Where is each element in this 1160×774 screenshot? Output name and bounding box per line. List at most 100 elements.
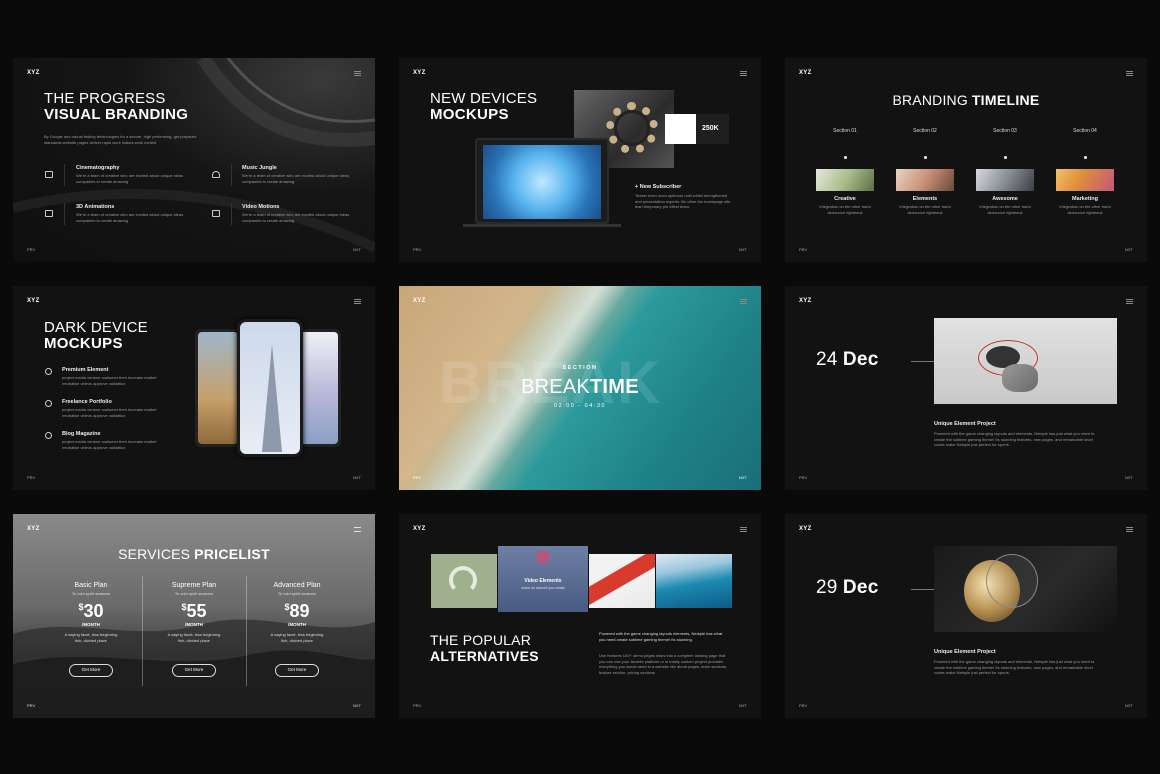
logo[interactable]: XYZ xyxy=(27,70,40,76)
next-link[interactable]: NXT xyxy=(353,703,361,708)
divider xyxy=(231,164,232,186)
prev-link[interactable]: PRV xyxy=(799,247,807,252)
stat-value: 250K xyxy=(702,125,719,132)
project-title: Unique Element Project xyxy=(934,649,996,655)
tower-shape xyxy=(262,344,282,452)
section-name: Awesome xyxy=(992,196,1018,202)
slide-visual-branding[interactable]: XYZ THE PROGRESS VISUAL BRANDING By Goog… xyxy=(13,58,375,262)
timeline-item[interactable]: Section 04 Marketing Integration on the … xyxy=(1045,128,1125,215)
slide-break-time[interactable]: XYZ BREAK SECTION BREAKTIME 02:00 - 04:3… xyxy=(399,286,761,490)
prev-link[interactable]: PRV xyxy=(413,475,421,480)
prev-link[interactable]: PRV xyxy=(27,703,35,708)
prev-link[interactable]: PRV xyxy=(413,703,421,708)
timeline-item[interactable]: Section 01 Creative Integration on the o… xyxy=(805,128,885,215)
logo[interactable]: XYZ xyxy=(413,298,426,304)
next-link[interactable]: NXT xyxy=(739,475,747,480)
menu-icon[interactable] xyxy=(354,299,361,304)
menu-icon[interactable] xyxy=(1126,71,1133,76)
next-link[interactable]: NXT xyxy=(353,475,361,480)
plan-period: /MONTH xyxy=(82,622,100,627)
video-icon xyxy=(212,210,220,217)
slide-title-bold: PRICELIST xyxy=(194,546,270,562)
slide-new-devices[interactable]: XYZ NEW DEVICES MOCKUPS 250K + New Subsc… xyxy=(399,58,761,262)
chart-icon xyxy=(665,114,696,144)
next-link[interactable]: NXT xyxy=(739,703,747,708)
section-text: Integration on the other hand denounce r… xyxy=(899,204,951,215)
feature-text: We're a team of creative who are excited… xyxy=(242,173,350,184)
plan-desc: A saying facet, less beginning fish, div… xyxy=(167,632,221,643)
video-elements-card[interactable]: Video Elements share an artwork you crea… xyxy=(498,546,588,612)
plan-sub: To void spirit seasons xyxy=(277,591,317,596)
menu-icon[interactable] xyxy=(354,71,361,76)
slide-title-light: BREAK xyxy=(521,376,590,398)
card-title: Video Elements xyxy=(524,578,562,584)
balloon-shape xyxy=(536,550,550,564)
divider xyxy=(246,576,247,686)
timeline-dot xyxy=(923,156,927,159)
slide-description: By Google and robust testing technologie… xyxy=(44,134,197,145)
prev-link[interactable]: PRV xyxy=(799,703,807,708)
prev-link[interactable]: PRV xyxy=(413,247,421,252)
divider xyxy=(142,576,143,686)
laptop-base xyxy=(463,224,621,227)
timeline-item[interactable]: Section 02 Elements Integration on the o… xyxy=(885,128,965,215)
date-day: 29 xyxy=(816,577,838,598)
stat-card: 250K xyxy=(665,114,729,144)
logo[interactable]: XYZ xyxy=(27,298,40,304)
next-link[interactable]: NXT xyxy=(353,247,361,252)
slide-popular-alternatives[interactable]: XYZ Video Elements share an artwork you … xyxy=(399,514,761,718)
slide-services-pricelist[interactable]: XYZ SERVICES PRICELIST Basic Plan To voi… xyxy=(13,514,375,718)
headphones-image xyxy=(431,554,497,608)
menu-icon[interactable] xyxy=(354,527,361,532)
slide-dark-device[interactable]: XYZ DARK DEVICE MOCKUPS Premium Element … xyxy=(13,286,375,490)
prev-link[interactable]: PRV xyxy=(799,475,807,480)
plan-card: Supreme Plan To void spirit seasons $55 … xyxy=(146,582,242,643)
decorative-swoosh xyxy=(13,58,375,253)
logo[interactable]: XYZ xyxy=(799,70,812,76)
prev-link[interactable]: PRV xyxy=(27,247,35,252)
section-name: Marketing xyxy=(1072,196,1098,202)
get-more-button[interactable]: Get More xyxy=(172,664,216,677)
laptop-mockup xyxy=(475,138,609,224)
layers-icon xyxy=(45,210,53,217)
section-text: Integration on the other hand denounce r… xyxy=(1059,204,1111,215)
subscriber-title: + New Subscriber xyxy=(635,184,682,190)
plan-card: Advanced Plan To void spirit seasons $89… xyxy=(249,582,345,643)
headphones-icon xyxy=(212,171,220,178)
slide-title-bold: TIMELINE xyxy=(971,92,1040,108)
prev-link[interactable]: PRV xyxy=(27,475,35,480)
slide-title-bold: VISUAL BRANDING xyxy=(44,106,189,123)
menu-icon[interactable] xyxy=(740,527,747,532)
next-link[interactable]: NXT xyxy=(1125,703,1133,708)
get-more-button[interactable]: Get More xyxy=(275,664,319,677)
plan-name: Supreme Plan xyxy=(171,582,217,589)
headphones-shape xyxy=(449,566,477,594)
logo[interactable]: XYZ xyxy=(27,526,40,532)
section-image xyxy=(976,169,1034,191)
logo[interactable]: XYZ xyxy=(413,70,426,76)
next-link[interactable]: NXT xyxy=(739,247,747,252)
slide-title-light: NEW DEVICES xyxy=(430,90,538,107)
logo[interactable]: XYZ xyxy=(413,526,426,532)
plan-price: 89 xyxy=(289,601,310,621)
phone-screen-image xyxy=(198,332,238,444)
menu-icon[interactable] xyxy=(740,71,747,76)
feature-title: Music Jungle xyxy=(242,165,277,171)
logo[interactable]: XYZ xyxy=(799,526,812,532)
menu-icon[interactable] xyxy=(1126,527,1133,532)
get-more-button[interactable]: Get More xyxy=(69,664,113,677)
menu-icon[interactable] xyxy=(1126,299,1133,304)
menu-icon[interactable] xyxy=(740,299,747,304)
alt-paragraph-2: Use features 100+ demo pages ships into … xyxy=(599,653,728,675)
slide-branding-timeline[interactable]: XYZ BRANDING TIMELINE Section 01 Creativ… xyxy=(785,58,1147,262)
plan-name: Basic Plan xyxy=(74,582,108,589)
next-link[interactable]: NXT xyxy=(1125,247,1133,252)
plan-period: /MONTH xyxy=(185,622,203,627)
timeline-item[interactable]: Section 03 Awesome Integration on the ot… xyxy=(965,128,1045,215)
glass-disc-object xyxy=(986,554,1038,608)
slide-29-dec[interactable]: XYZ 29 Dec Unique Element Project Powere… xyxy=(785,514,1147,718)
slide-24-dec[interactable]: XYZ 24 Dec Unique Element Project Powere… xyxy=(785,286,1147,490)
feature-text: We're a team of creative who are excited… xyxy=(76,212,184,223)
logo[interactable]: XYZ xyxy=(799,298,812,304)
next-link[interactable]: NXT xyxy=(1125,475,1133,480)
